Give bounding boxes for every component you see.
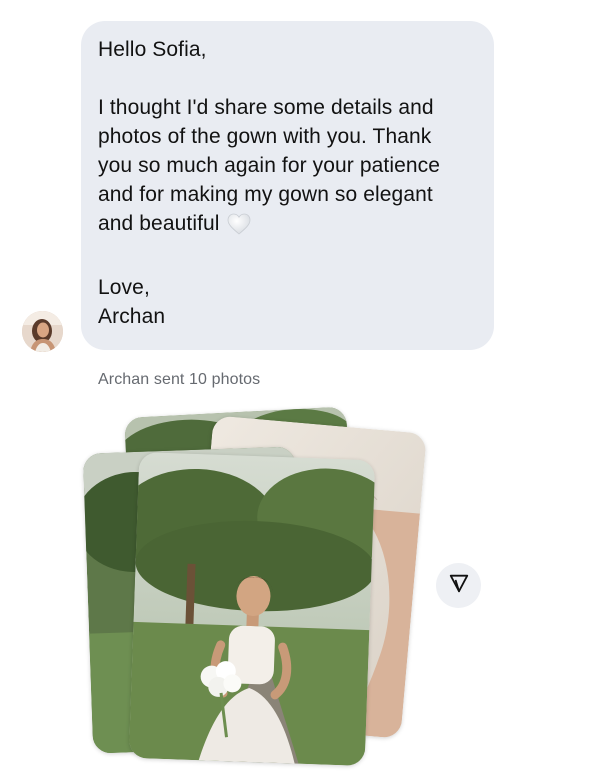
message-line-3: you so much again for your patience <box>98 154 441 177</box>
chat-screen: Hello Sofia, I thought I'd share some de… <box>0 0 591 774</box>
message-line-4: and for making my gown so elegant <box>98 183 433 206</box>
message-bubble[interactable]: Hello Sofia, I thought I'd share some de… <box>81 21 494 350</box>
message-line-5-wrap: and beautiful <box>98 209 476 244</box>
message-line-1: I thought I'd share some details and <box>98 96 434 119</box>
message-line-5: and beautiful <box>98 212 220 235</box>
photos-sent-caption: Archan sent 10 photos <box>98 371 261 388</box>
white-heart-icon <box>226 212 252 244</box>
photo-card-front[interactable] <box>128 451 376 767</box>
message-signature: Archan <box>98 305 166 328</box>
message-signoff: Love, <box>98 276 150 299</box>
share-button[interactable] <box>436 563 481 608</box>
message-greeting: Hello Sofia, <box>98 38 207 61</box>
message-line-2: photos of the gown with you. Thank <box>98 125 432 148</box>
avatar[interactable] <box>22 311 63 352</box>
message-spacer-2 <box>98 244 476 273</box>
photo-stack[interactable] <box>80 400 440 770</box>
send-icon <box>448 572 470 599</box>
